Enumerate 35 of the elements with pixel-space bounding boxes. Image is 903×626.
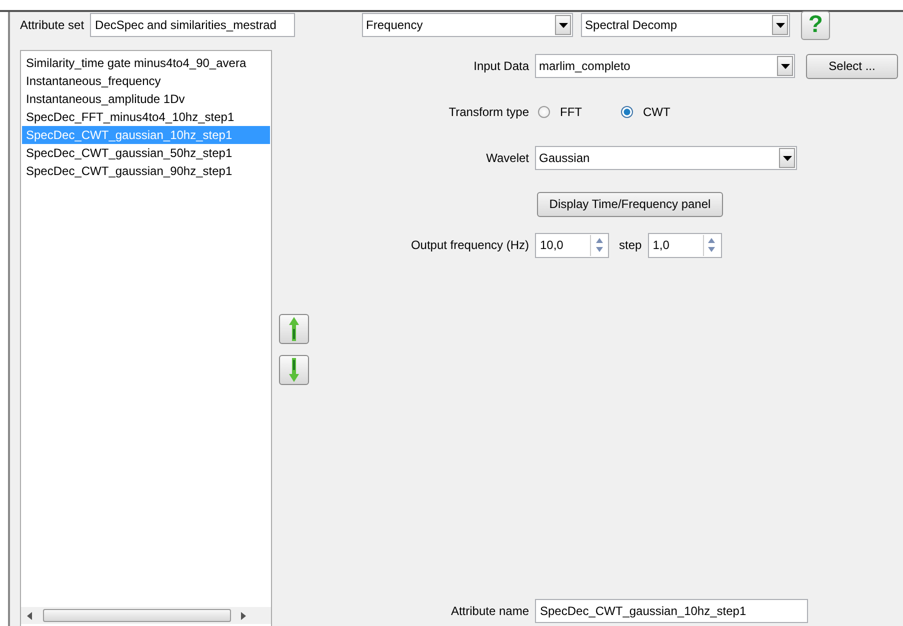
radio-button[interactable] xyxy=(621,106,633,118)
attribute-list-item[interactable]: SpecDec_FFT_minus4to4_10hz_step1 xyxy=(22,108,270,126)
wavelet-dropdown[interactable]: Gaussian xyxy=(535,146,797,170)
input-data-dropdown[interactable]: marlim_completo xyxy=(535,54,795,78)
radio-option[interactable]: CWT xyxy=(621,105,701,119)
attribute-list-item[interactable]: Similarity_time gate minus4to4_90_avera xyxy=(22,54,270,72)
radio-button[interactable] xyxy=(538,106,550,118)
display-panel-button[interactable]: Display Time/Frequency panel xyxy=(537,192,723,216)
radio-option[interactable]: FFT xyxy=(538,105,618,119)
attribute-list-item[interactable]: SpecDec_CWT_gaussian_90hz_step1 xyxy=(22,162,270,180)
horizontal-scrollbar[interactable] xyxy=(21,607,271,624)
category-dropdown[interactable]: Frequency xyxy=(362,13,574,37)
attribute-list-item[interactable]: Instantaneous_amplitude 1Dv xyxy=(22,90,270,108)
up-arrow-icon xyxy=(289,317,299,341)
attribute-set-field[interactable]: DecSpec and similarities_mestrad xyxy=(90,13,296,37)
method-dropdown[interactable]: Spectral Decomp xyxy=(581,13,790,37)
attribute-list-item[interactable]: Instantaneous_frequency xyxy=(22,72,270,90)
field-label: Transform type xyxy=(448,105,529,119)
step-spinner[interactable]: 1,0 xyxy=(648,232,722,258)
down-arrow-icon xyxy=(289,358,299,382)
field-label: Input Data xyxy=(472,59,529,73)
scroll-left-icon[interactable] xyxy=(27,612,33,620)
scrollbar-thumb[interactable] xyxy=(43,609,231,622)
field-label: Attribute set xyxy=(20,18,84,32)
scroll-right-icon[interactable] xyxy=(241,612,247,620)
move-down-button[interactable] xyxy=(279,355,309,385)
field-label: Output frequency (Hz) xyxy=(410,238,529,252)
attribute-name-field[interactable]: SpecDec_CWT_gaussian_10hz_step1 xyxy=(535,599,808,623)
field-label: Wavelet xyxy=(485,151,529,165)
attribute-list-item[interactable]: SpecDec_CWT_gaussian_50hz_step1 xyxy=(22,144,270,162)
move-up-button[interactable] xyxy=(279,314,309,344)
field-label: step xyxy=(619,238,642,252)
field-label: Attribute name xyxy=(450,604,529,618)
output-frequency-spinner[interactable]: 10,0 xyxy=(535,232,609,258)
select-button[interactable]: Select ... xyxy=(806,54,898,78)
